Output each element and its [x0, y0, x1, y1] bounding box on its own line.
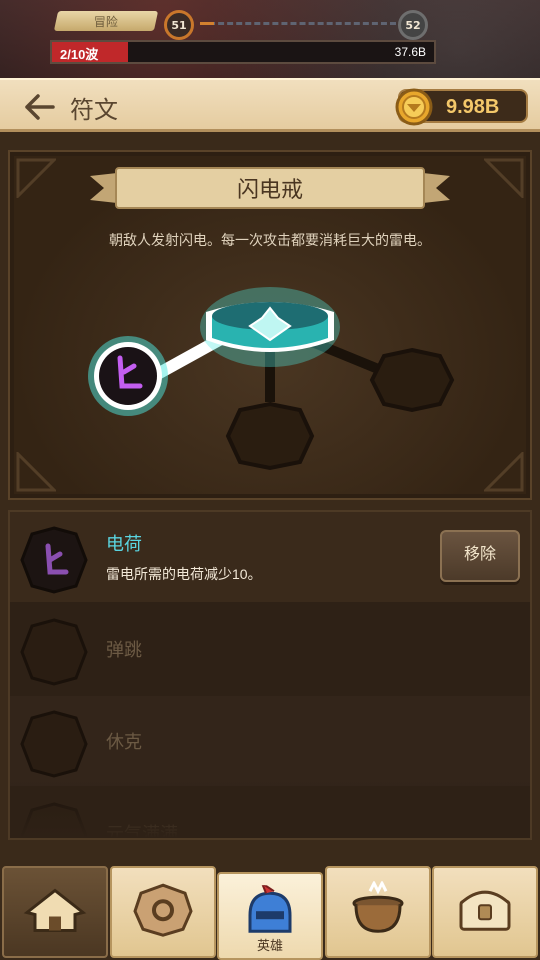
list-item-name: 电荷 [106, 534, 142, 554]
rune-tree [88, 287, 455, 471]
list-item-name: 弹跳 [106, 640, 142, 660]
wave-progress-bar: 2/10波 37.6B [50, 40, 436, 64]
charge-rune-node[interactable] [88, 336, 168, 416]
rune-option-list: 电荷 雷电所需的电荷减少10。 移除 弹跳 休克 元气满满 [8, 510, 532, 840]
empty-rune-slot-icon [20, 802, 88, 838]
page-title: 符文 [70, 97, 118, 124]
remove-button[interactable]: 移除 [440, 530, 520, 582]
back-arrow-icon[interactable] [24, 92, 56, 122]
empty-rune-slot-icon [20, 618, 88, 686]
battle-status-bar: 冒险 51 52 2/10波 37.6B [0, 0, 540, 78]
game-screen: 冒险 51 52 2/10波 37.6B 符文 9.98B 闪电戒 朝敌人发射闪… [0, 0, 540, 960]
stage-mode-tag: 冒险 [53, 11, 159, 31]
empty-rune-slot[interactable] [369, 347, 455, 413]
gold-coin-icon [395, 88, 433, 126]
camp-tent-icon [23, 888, 87, 932]
current-level-node: 51 [164, 10, 194, 40]
rune-panel: 闪电戒 朝敌人发射闪电。每一次攻击都要消耗巨大的雷电。 电荷 雷电所需的电荷减少… [0, 132, 540, 862]
list-item[interactable]: 弹跳 [10, 604, 530, 694]
page-header: 符文 9.98B [0, 78, 540, 132]
tab-runes[interactable] [110, 866, 216, 958]
gold-amount: 9.98B [446, 96, 500, 118]
list-item-name: 元气满满 [106, 824, 178, 840]
empty-rune-slot-icon [20, 710, 88, 778]
list-item-name: 休克 [106, 732, 142, 752]
tab-camp[interactable] [2, 866, 108, 958]
list-item[interactable]: 休克 [10, 696, 530, 786]
rune-description: 朝敌人发射闪电。每一次攻击都要消耗巨大的雷电。 [109, 232, 431, 248]
treasure-chest-icon [459, 890, 511, 931]
tab-hero-label: 英雄 [256, 938, 283, 953]
hero-helmet-icon [248, 885, 292, 933]
rune-stone-icon [133, 883, 193, 937]
tab-hero[interactable]: 英雄 [217, 872, 323, 960]
rune-name: 闪电戒 [236, 177, 303, 202]
bottom-nav: 英雄 [0, 862, 540, 960]
list-item[interactable]: 元气满满 [10, 788, 530, 840]
cauldron-icon [352, 881, 404, 933]
tab-cauldron[interactable] [325, 866, 431, 958]
level-progress-track [200, 22, 396, 26]
list-item-detail: 雷电所需的电荷减少10。 [106, 566, 262, 582]
wave-counter: 2/10波 [60, 47, 99, 62]
charge-rune-icon [20, 526, 88, 594]
empty-rune-slot[interactable] [225, 401, 315, 471]
list-item[interactable]: 电荷 雷电所需的电荷减少10。 移除 [10, 512, 530, 602]
enemy-hp-value: 37.6B [394, 45, 426, 59]
gold-counter: 9.98B [395, 88, 528, 126]
next-level-node: 52 [398, 10, 428, 40]
tab-chest[interactable] [432, 866, 538, 958]
stage-mode-label: 冒险 [93, 14, 118, 29]
lightning-ring-icon[interactable] [200, 287, 340, 367]
